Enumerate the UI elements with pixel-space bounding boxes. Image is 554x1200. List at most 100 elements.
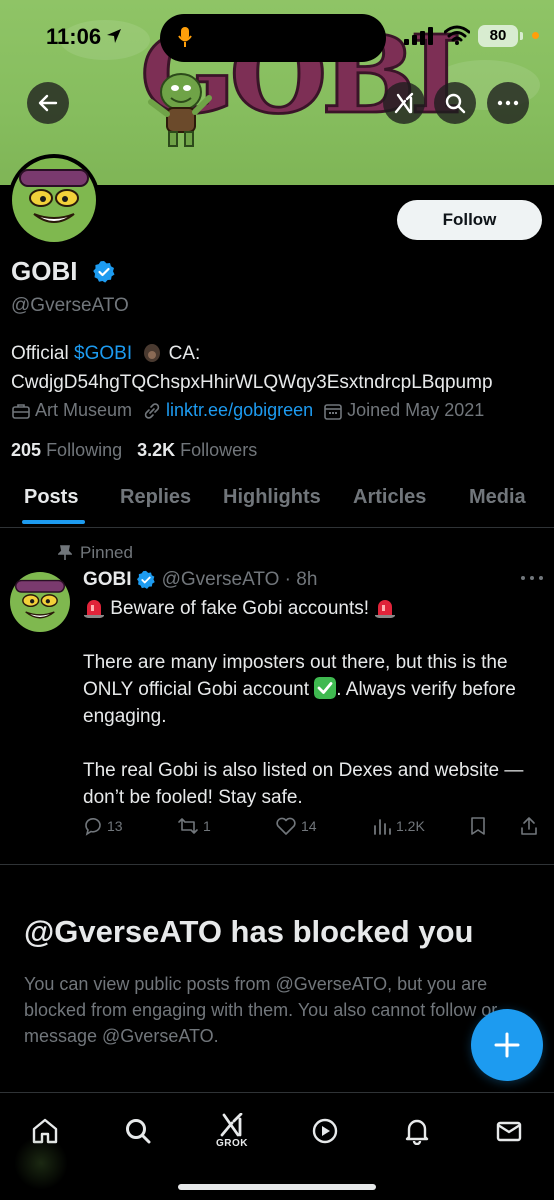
reply-button[interactable]: 13: [83, 816, 123, 836]
tab-replies[interactable]: Replies: [120, 486, 191, 509]
grok-label: GROK: [216, 1138, 248, 1149]
post-text[interactable]: Beware of fake Gobi accounts! There are …: [83, 595, 543, 811]
joined-label: Joined May 2021: [347, 400, 485, 420]
plus-icon: [494, 1032, 520, 1058]
bio-text: Official: [11, 343, 75, 364]
verified-badge-icon[interactable]: [92, 260, 116, 284]
tab-posts[interactable]: Posts: [24, 486, 78, 509]
decorative-glow: [14, 1136, 68, 1190]
profile-tabs: Posts Replies Highlights Articles Media: [0, 474, 554, 526]
like-button[interactable]: 14: [275, 816, 317, 836]
gobi-avatar-image: [12, 158, 96, 242]
heart-icon: [276, 817, 296, 835]
contract-address: CwdjgD54hgTQChspxHhirWLQWqy3EsxtndrcpLBq…: [11, 372, 493, 393]
active-tab-indicator: [22, 520, 85, 524]
more-horizontal-icon: [497, 100, 519, 106]
check-mark-button-emoji-icon: [314, 677, 337, 699]
mail-icon: [496, 1121, 522, 1142]
profile-handle: @GverseATO: [11, 295, 129, 316]
blocked-message: You can view public posts from @GverseAT…: [24, 974, 498, 1046]
search-icon: [445, 93, 466, 114]
grok-button[interactable]: [383, 82, 425, 124]
link-icon: [144, 402, 160, 419]
more-options-button[interactable]: [487, 82, 529, 124]
repost-button[interactable]: 1: [177, 816, 211, 836]
nav-messages[interactable]: [489, 1111, 529, 1151]
divider: [0, 864, 554, 865]
share-icon: [521, 817, 537, 835]
profile-category: Art Museum: [11, 400, 132, 421]
post-more-icon[interactable]: [520, 575, 544, 581]
repost-count: 1: [203, 818, 211, 834]
nav-explore[interactable]: [118, 1111, 158, 1151]
gorilla-emoji-icon: [144, 344, 161, 362]
status-bar: 11:06 80: [0, 0, 554, 62]
nav-notifications[interactable]: [397, 1111, 437, 1151]
followers-label: Followers: [180, 440, 258, 460]
home-indicator[interactable]: [178, 1184, 376, 1190]
bio-ca-label: CA:: [163, 343, 201, 364]
profile-bio: Official $GOBI CA: CwdjgD54hgTQChspxHhir…: [11, 339, 551, 397]
post-actions: 13 1 14 1.2K: [83, 816, 543, 842]
followers-link[interactable]: 3.2K Followers: [137, 440, 257, 460]
share-button[interactable]: [519, 816, 539, 836]
play-circle-icon: [312, 1118, 338, 1144]
analytics-icon: [374, 819, 391, 835]
status-time: 11:06: [46, 24, 102, 49]
tab-highlights[interactable]: Highlights: [223, 486, 321, 509]
profile-meta: Art Museum linktr.ee/gobigreen Joined Ma…: [11, 400, 494, 421]
post-author-avatar[interactable]: [10, 572, 70, 632]
divider: [0, 527, 554, 528]
cellular-signal-icon: [404, 27, 433, 45]
location-arrow-icon: [107, 29, 121, 43]
privacy-indicator-dot: [532, 32, 539, 39]
reply-count: 13: [107, 818, 123, 834]
bookmark-button[interactable]: [469, 816, 487, 836]
pin-icon: [58, 545, 72, 560]
siren-emoji-icon: [84, 600, 104, 618]
nav-video[interactable]: [305, 1111, 345, 1151]
following-count: 205: [11, 440, 42, 460]
pinned-indicator: Pinned: [58, 543, 133, 563]
arrow-left-icon: [38, 94, 58, 112]
post-line-1: Beware of fake Gobi accounts!: [105, 598, 375, 619]
follow-button[interactable]: Follow: [397, 200, 542, 240]
followers-count: 3.2K: [137, 440, 176, 460]
view-count: 1.2K: [396, 818, 425, 834]
siren-emoji-icon: [375, 600, 396, 618]
back-button[interactable]: [27, 82, 69, 124]
banner-character-illustration: [148, 73, 212, 147]
repost-icon: [178, 818, 198, 834]
following-link[interactable]: 205 Following: [11, 440, 122, 460]
search-button[interactable]: [434, 82, 476, 124]
follow-counts: 205 Following 3.2K Followers: [11, 440, 257, 461]
blocked-title: @GverseATO has blocked you: [24, 914, 474, 949]
tab-articles[interactable]: Articles: [353, 486, 426, 509]
search-icon: [126, 1119, 151, 1144]
website-link[interactable]: linktr.ee/gobigreen: [166, 400, 313, 421]
post-paragraph-3: The real Gobi is also listed on Dexes an…: [83, 760, 524, 808]
wifi-icon: [444, 25, 470, 45]
bookmark-icon: [471, 817, 485, 835]
tab-media[interactable]: Media: [469, 486, 526, 509]
post-author-name[interactable]: GOBI: [83, 569, 132, 591]
compose-post-button[interactable]: [471, 1009, 543, 1081]
views-button[interactable]: 1.2K: [372, 816, 425, 836]
cashtag-link[interactable]: $GOBI: [74, 343, 132, 364]
profile-joined: Joined May 2021: [323, 400, 484, 421]
briefcase-icon: [12, 403, 30, 419]
pinned-label: Pinned: [80, 543, 133, 562]
reply-icon: [85, 817, 101, 836]
profile-name: GOBI: [11, 256, 78, 286]
dynamic-island: [160, 14, 386, 62]
battery-indicator: 80: [478, 25, 523, 47]
microphone-icon: [178, 27, 192, 47]
calendar-icon: [324, 403, 342, 420]
grok-icon: [394, 92, 414, 114]
bell-icon: [405, 1119, 429, 1145]
profile-avatar[interactable]: [8, 154, 100, 246]
like-count: 14: [301, 818, 317, 834]
post-header: GOBI @GverseATO · 8h: [83, 569, 317, 591]
profile-website[interactable]: linktr.ee/gobigreen: [142, 400, 313, 421]
nav-grok[interactable]: GROK: [212, 1111, 252, 1151]
